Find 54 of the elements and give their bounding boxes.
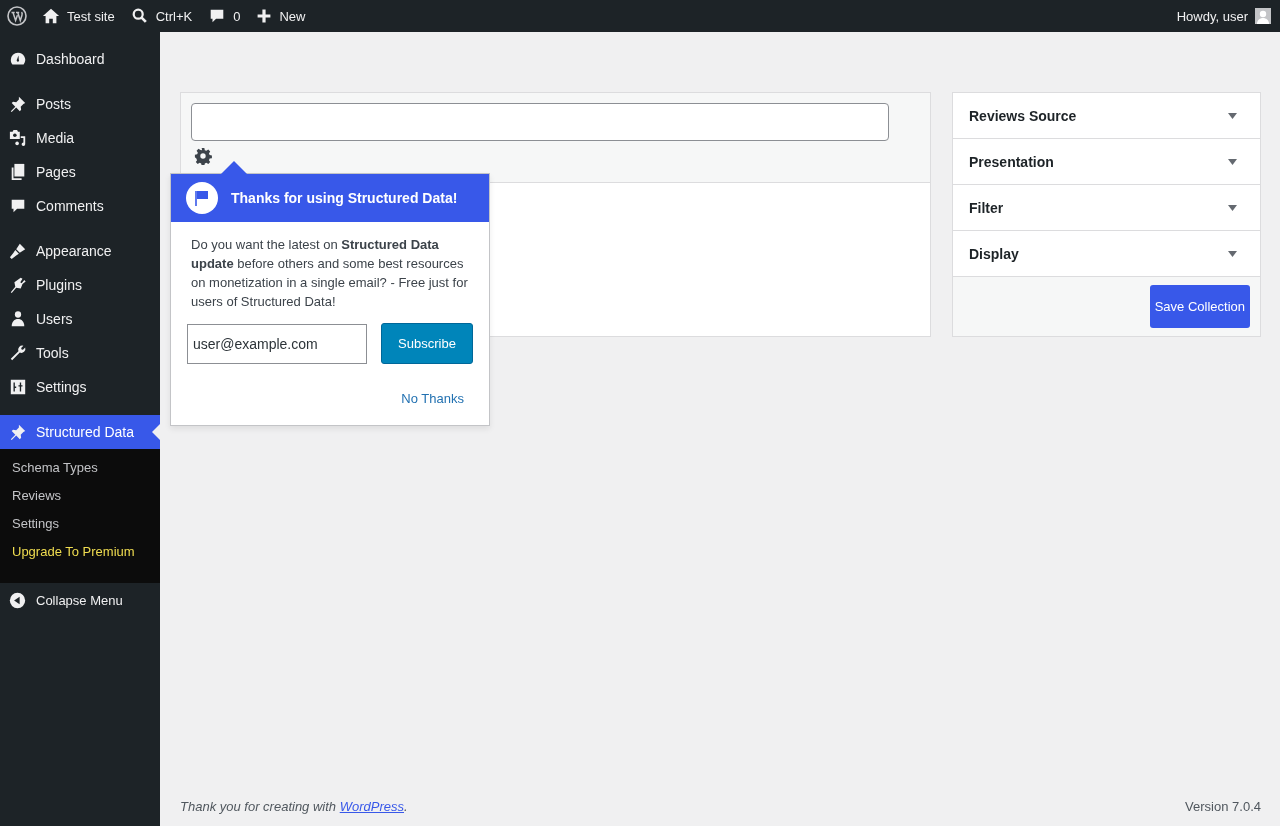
collapse-menu-button[interactable]: Collapse Menu <box>0 583 160 617</box>
popup-message: Do you want the latest on Structured Data update before others and some best resources on monetization in a single email? - Free just for users of Structured Data! <box>191 236 469 311</box>
menu-item[interactable]: Pages <box>0 155 160 189</box>
menu-item[interactable]: Dashboard <box>0 42 160 76</box>
search-icon <box>130 7 149 25</box>
submenu-item[interactable]: Settings <box>0 510 160 538</box>
greeting-text[interactable]: Howdy, user <box>1176 8 1248 24</box>
submenu-item[interactable]: Schema Types <box>0 454 160 482</box>
camera-music-icon <box>9 129 27 147</box>
toolbar-link[interactable]: Test site <box>34 0 123 32</box>
sliders-icon <box>9 378 27 396</box>
submenu-item[interactable]: Reviews <box>0 482 160 510</box>
menu-item[interactable]: Appearance <box>0 234 160 268</box>
menu-item[interactable]: Settings <box>0 370 160 404</box>
menu-item[interactable]: Structured Data <box>0 415 160 449</box>
caret-icon <box>1228 204 1237 211</box>
caret-icon <box>1228 112 1237 119</box>
no-thanks-link[interactable]: No Thanks <box>196 391 464 406</box>
collapse-icon <box>9 591 26 609</box>
menu-item[interactable]: Comments <box>0 189 160 223</box>
save-collection-button[interactable]: Save Collection <box>1149 285 1250 328</box>
menu-item[interactable]: Media <box>0 121 160 155</box>
accordion-header[interactable]: Reviews Source <box>953 93 1260 139</box>
paintbrush-icon <box>9 242 27 260</box>
popup-title: Thanks for using Structured Data! <box>231 190 458 206</box>
settings-icon[interactable] <box>194 147 212 165</box>
caret-icon <box>1228 250 1237 257</box>
person-icon <box>9 310 27 328</box>
subscribe-button[interactable]: Subscribe <box>381 323 473 364</box>
toolbar-link[interactable]: New <box>248 0 314 32</box>
home-icon <box>42 7 60 25</box>
menu-item[interactable]: Users <box>0 302 160 336</box>
toolbar-link[interactable]: 0 <box>200 0 249 32</box>
plus-icon <box>256 8 273 24</box>
wordpress-logo-icon[interactable] <box>7 6 27 26</box>
toolbar-link[interactable]: Ctrl+K <box>122 0 201 32</box>
accordion-header[interactable]: Presentation <box>953 139 1260 185</box>
version-text: Version 7.0.4 <box>1185 799 1261 814</box>
plug-icon <box>9 276 27 294</box>
email-field[interactable]: user@example.com <box>187 323 367 364</box>
caret-icon <box>1228 158 1237 165</box>
accordion-header[interactable]: Filter <box>953 185 1260 231</box>
pushpin-icon <box>9 423 27 441</box>
menu-item[interactable]: Posts <box>0 87 160 121</box>
menu-item[interactable]: Tools <box>0 336 160 370</box>
wordpress-link[interactable]: WordPress <box>339 799 404 814</box>
footer-text: Thank you for creating with WordPress. <box>180 799 408 814</box>
menu-item[interactable]: Plugins <box>0 268 160 302</box>
submenu-item[interactable]: Upgrade To Premium <box>0 538 160 566</box>
text-field[interactable] <box>191 103 889 141</box>
wrench-icon <box>9 344 27 362</box>
pages-icon <box>9 163 27 181</box>
pushpin-icon <box>9 95 27 113</box>
flag-icon <box>195 190 209 206</box>
